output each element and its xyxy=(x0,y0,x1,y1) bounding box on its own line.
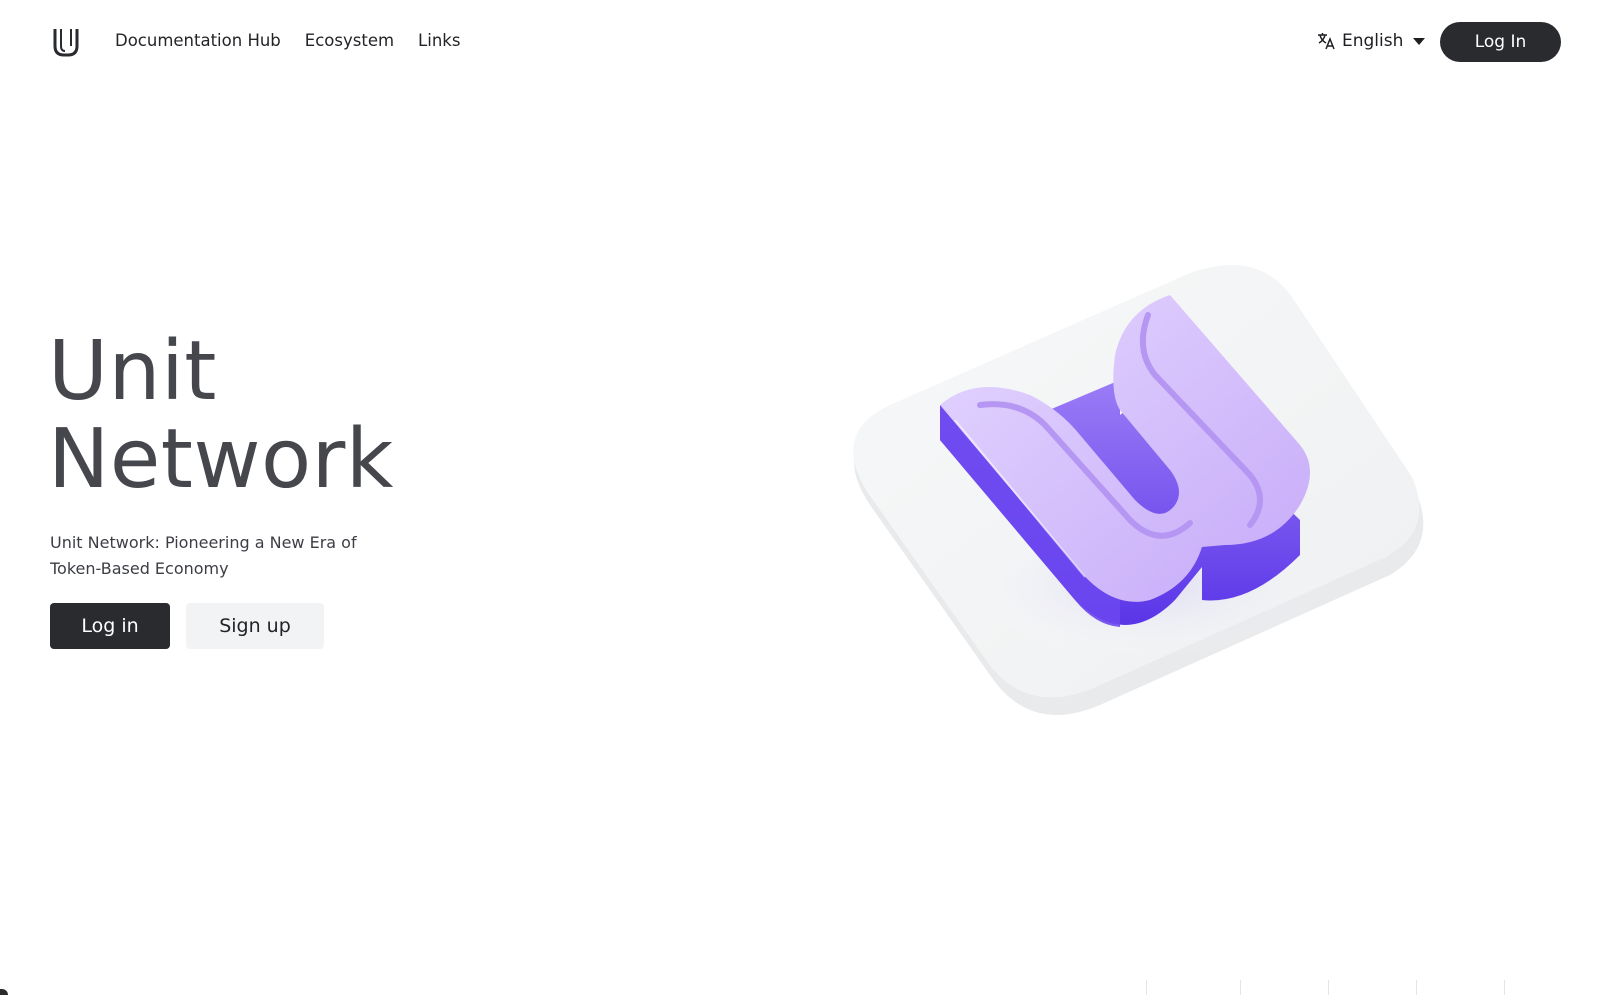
hero-title-line-1: Unit xyxy=(48,324,217,419)
translate-icon xyxy=(1318,33,1335,50)
main-nav: Documentation Hub Ecosystem Links xyxy=(115,28,460,54)
hero-login-button[interactable]: Log in xyxy=(50,603,170,649)
divider xyxy=(1146,980,1147,995)
hero-title: Unit Network xyxy=(48,328,394,504)
nav-documentation-hub[interactable]: Documentation Hub xyxy=(115,28,281,54)
hero-signup-button[interactable]: Sign up xyxy=(186,603,324,649)
header-login-button[interactable]: Log In xyxy=(1440,22,1561,62)
nav-links[interactable]: Links xyxy=(418,28,460,54)
divider xyxy=(1504,980,1505,995)
divider xyxy=(1240,980,1241,995)
nav-ecosystem[interactable]: Ecosystem xyxy=(305,28,394,54)
hero-subtitle: Unit Network: Pioneering a New Era of To… xyxy=(50,533,357,578)
language-selector[interactable]: English xyxy=(1316,28,1426,54)
corner-fragment xyxy=(0,989,8,995)
footer-dividers xyxy=(1146,980,1506,995)
language-label: English xyxy=(1342,31,1404,51)
caret-down-icon xyxy=(1413,37,1426,45)
3d-unit-logo-icon xyxy=(853,265,1424,715)
unit-network-logo-icon[interactable] xyxy=(52,26,80,58)
divider xyxy=(1416,980,1417,995)
top-navbar: Documentation Hub Ecosystem Links Englis… xyxy=(0,0,1614,84)
hero-title-line-2: Network xyxy=(48,412,394,507)
divider xyxy=(1328,980,1329,995)
